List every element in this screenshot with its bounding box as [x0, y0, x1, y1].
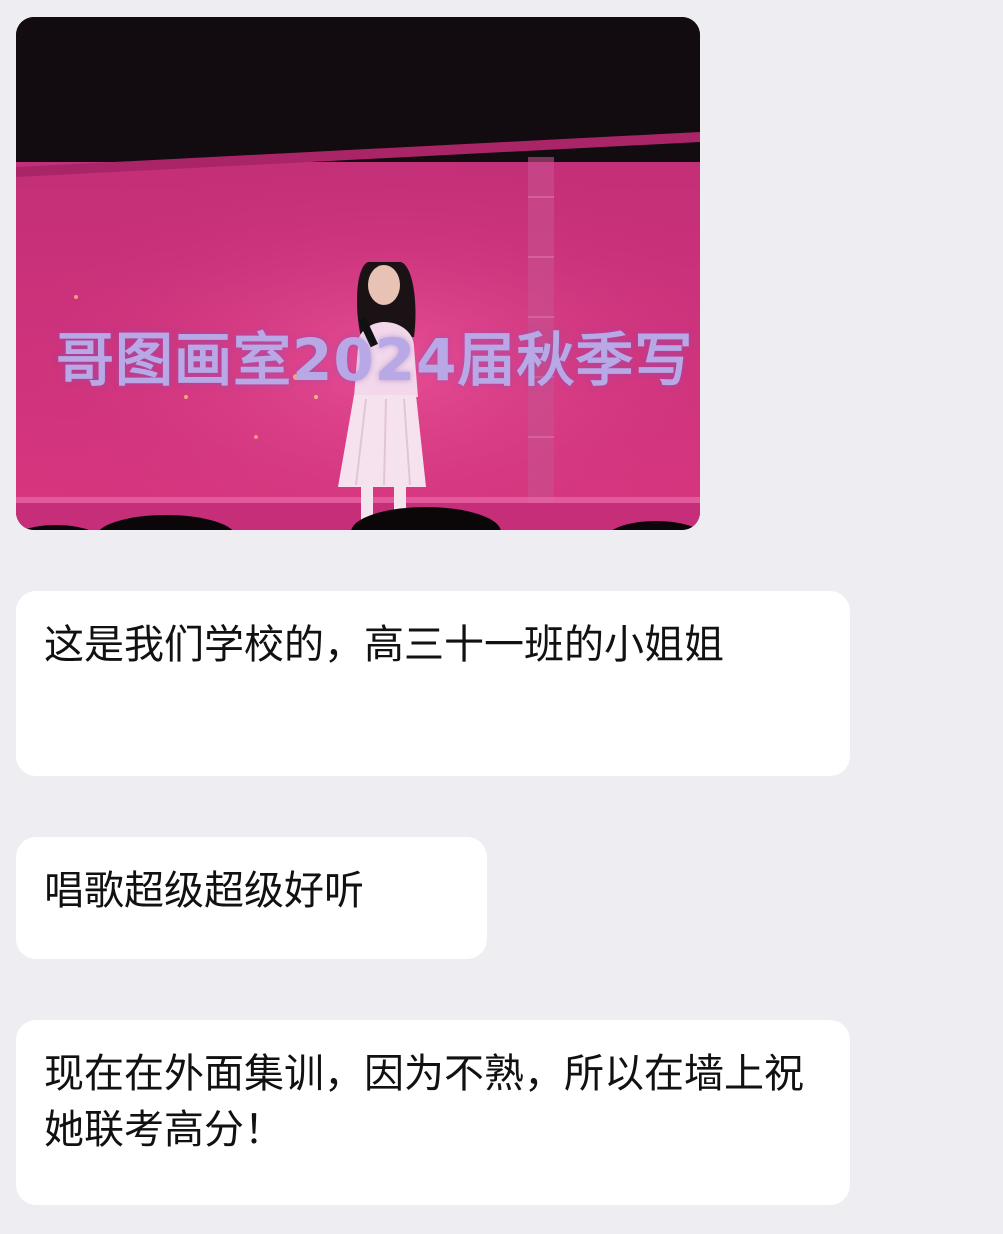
chat-bubble[interactable]: 这是我们学校的，高三十一班的小姐姐 — [16, 591, 850, 776]
banner-text: 哥图画室2024届秋季写 — [56, 326, 694, 394]
chat-area: 哥图画室2024届秋季写 这是我们学校的，高三十一班的小姐姐 唱歌超级超级好听 … — [0, 0, 1003, 1234]
chat-bubble[interactable]: 现在在外面集训，因为不熟，所以在墙上祝她联考高分！ — [16, 1020, 850, 1205]
photo-message[interactable]: 哥图画室2024届秋季写 — [16, 17, 700, 530]
stage-photo — [16, 17, 700, 530]
chat-bubble[interactable]: 唱歌超级超级好听 — [16, 837, 487, 959]
